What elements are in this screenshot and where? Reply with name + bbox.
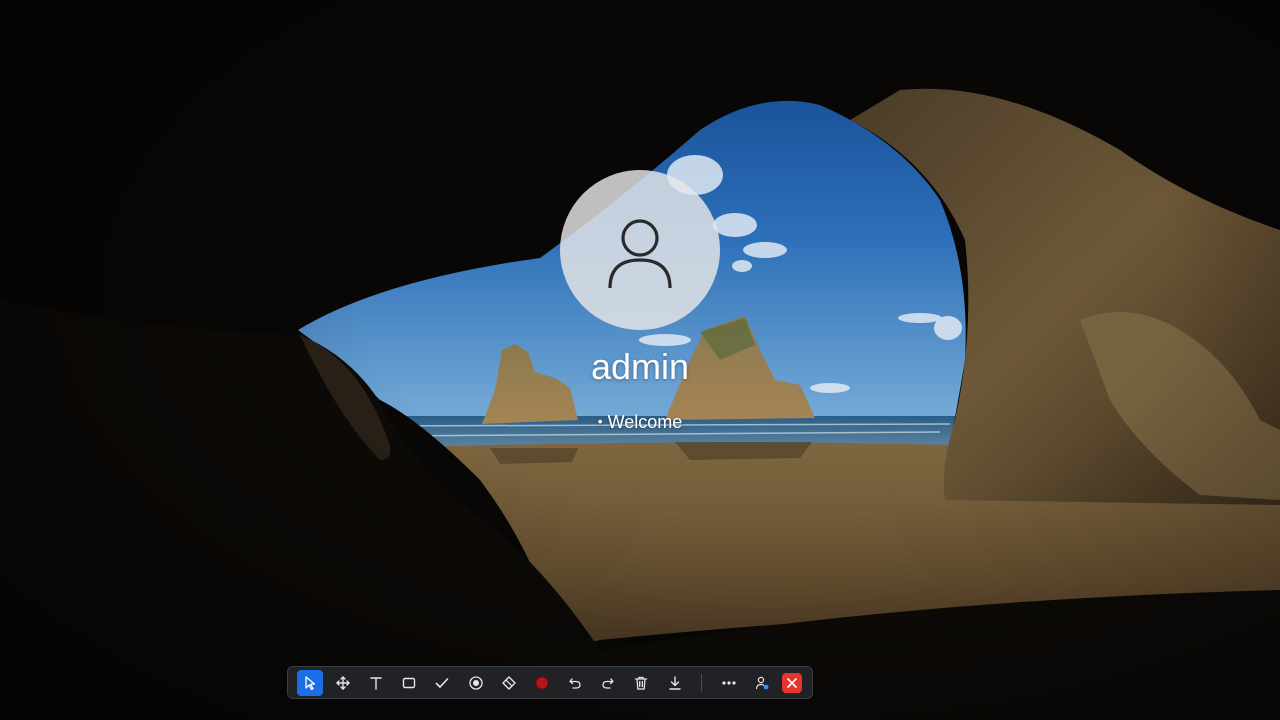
status-bullet: • bbox=[597, 413, 603, 429]
text-tool-button[interactable] bbox=[363, 670, 389, 696]
select-tool-button[interactable] bbox=[296, 669, 323, 696]
user-silhouette-icon bbox=[608, 219, 672, 289]
undo-button[interactable] bbox=[562, 670, 588, 696]
rectangle-tool-button[interactable] bbox=[396, 670, 422, 696]
lock-screen: admin • Welcome bbox=[0, 0, 1280, 720]
user-settings-button[interactable] bbox=[749, 670, 775, 696]
undo-icon bbox=[569, 677, 581, 689]
trash-icon bbox=[635, 676, 648, 690]
highlight-tool-button[interactable] bbox=[463, 670, 489, 696]
color-picker-button[interactable] bbox=[529, 670, 555, 696]
redo-button[interactable] bbox=[595, 670, 621, 696]
redo-icon bbox=[602, 677, 614, 689]
move-arrows-icon bbox=[336, 675, 350, 690]
text-tool-icon bbox=[370, 676, 382, 690]
user-avatar[interactable] bbox=[560, 170, 720, 330]
more-options-icon bbox=[722, 680, 736, 685]
welcome-text: Welcome bbox=[607, 412, 683, 432]
move-tool-button[interactable] bbox=[330, 670, 356, 696]
close-toolbar-button[interactable] bbox=[782, 672, 803, 693]
checkmark-tool-button[interactable] bbox=[429, 670, 455, 696]
close-icon bbox=[787, 677, 798, 688]
eraser-icon bbox=[502, 675, 516, 690]
welcome-status: • Welcome bbox=[440, 412, 840, 433]
username-label: admin bbox=[590, 346, 690, 387]
download-button[interactable] bbox=[662, 670, 688, 696]
user-settings-icon bbox=[755, 676, 769, 689]
annotation-toolbar bbox=[287, 666, 813, 699]
target-circle-icon bbox=[468, 675, 483, 690]
more-options-button[interactable] bbox=[716, 670, 742, 696]
rectangle-icon bbox=[402, 677, 416, 688]
record-circle-icon bbox=[535, 676, 549, 689]
delete-button[interactable] bbox=[628, 670, 654, 696]
checkmark-icon bbox=[436, 677, 449, 688]
download-icon bbox=[668, 675, 681, 690]
toolbar-divider bbox=[701, 673, 703, 692]
cursor-arrow-icon bbox=[304, 675, 315, 690]
eraser-tool-button[interactable] bbox=[496, 670, 522, 696]
